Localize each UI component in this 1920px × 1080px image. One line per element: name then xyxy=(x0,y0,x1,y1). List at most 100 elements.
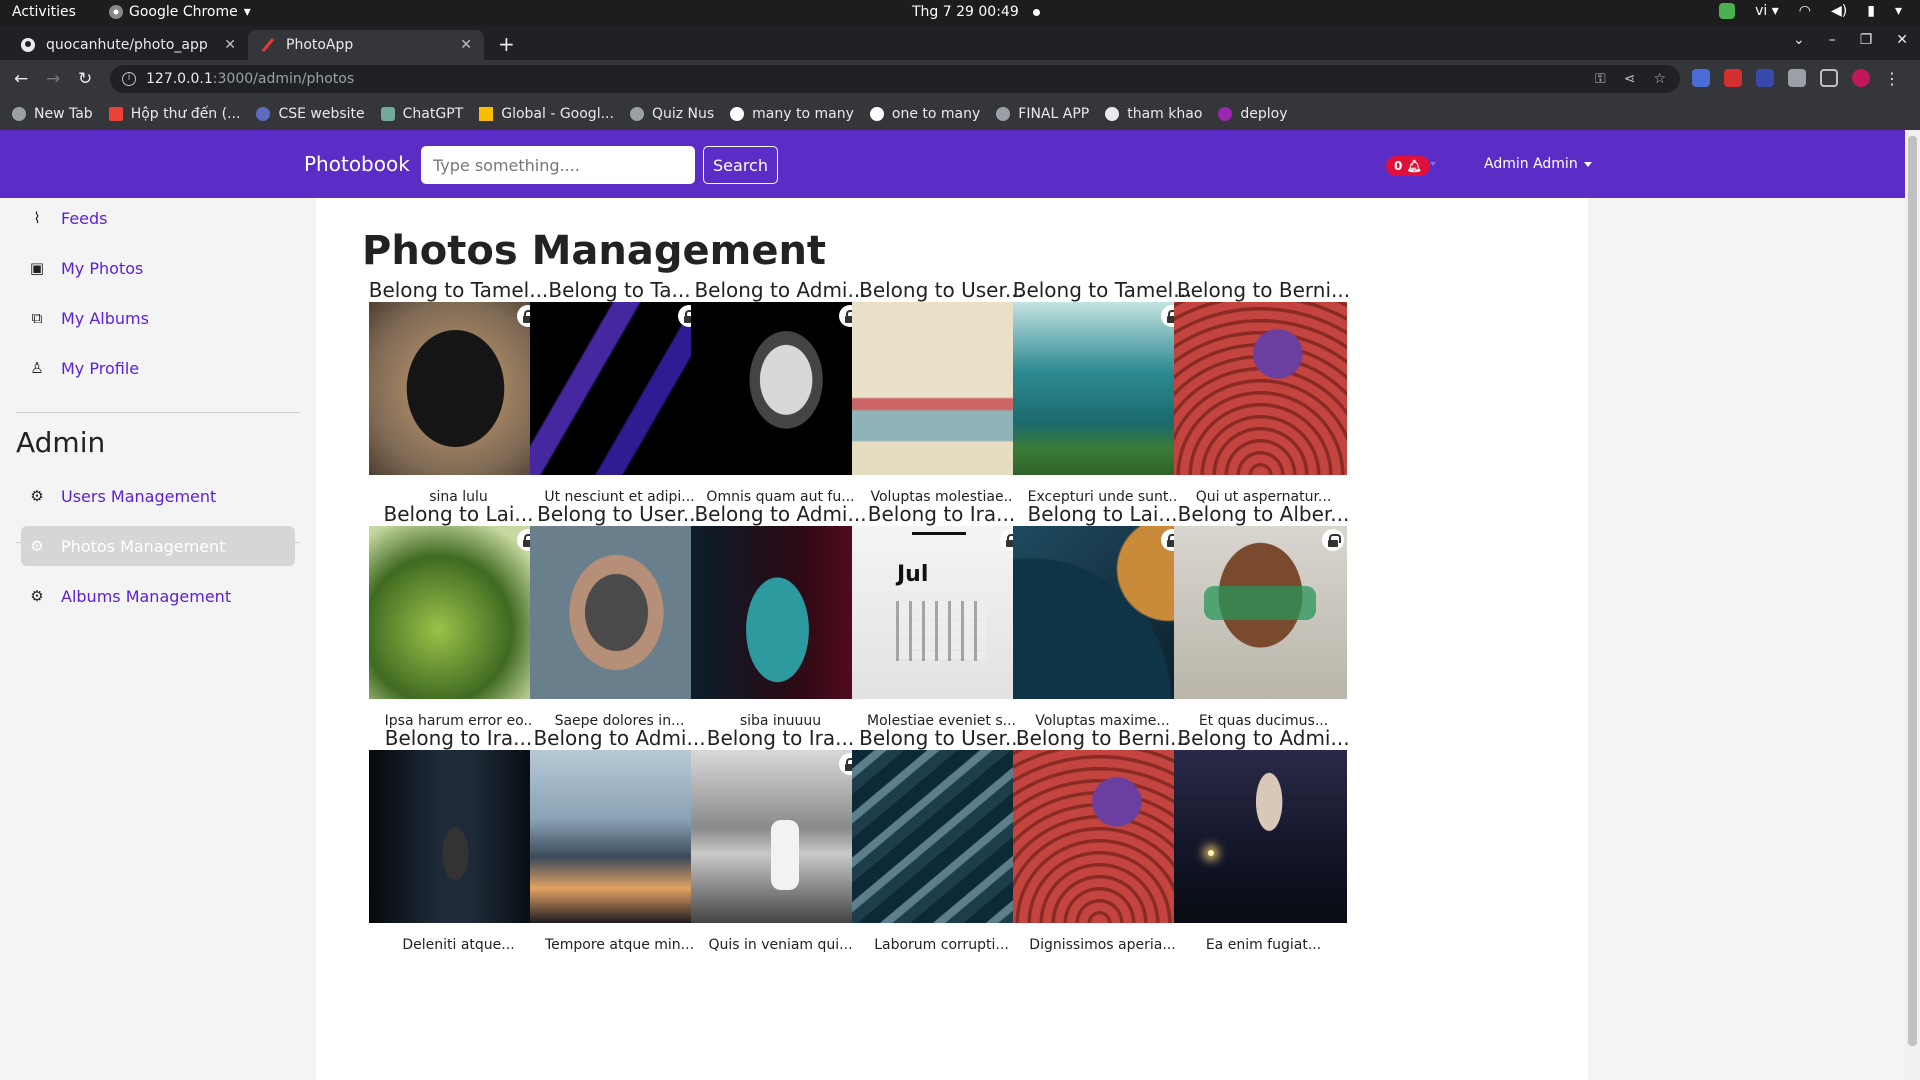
photo-thumbnail[interactable] xyxy=(369,750,542,923)
photo-thumbnail[interactable] xyxy=(691,302,864,475)
sidebar-item-label: Users Management xyxy=(61,486,217,506)
photo-thumbnail[interactable] xyxy=(691,526,864,699)
search-input[interactable] xyxy=(421,146,695,184)
translate-extension-icon[interactable] xyxy=(1692,69,1710,87)
sidebar-item-label: My Profile xyxy=(61,358,140,378)
bookmark-item[interactable]: New Tab xyxy=(12,106,93,122)
bookmark-item[interactable]: deploy xyxy=(1218,106,1288,122)
photo-thumbnail[interactable]: Jul xyxy=(852,526,1025,699)
photo-owner: Belong to Admi... xyxy=(1177,726,1350,750)
photo-thumbnail[interactable] xyxy=(530,526,703,699)
back-arrow-icon[interactable]: ← xyxy=(14,69,28,89)
bookmark-item[interactable]: ChatGPT xyxy=(380,106,464,122)
bookmark-item[interactable]: CSE website xyxy=(256,106,365,122)
bookmark-item[interactable]: many to many xyxy=(730,106,854,122)
minimize-icon[interactable]: – xyxy=(1829,32,1836,48)
new-tab-plus-icon[interactable]: + xyxy=(498,32,515,56)
forward-arrow-icon[interactable]: → xyxy=(46,69,60,89)
share-icon[interactable]: ⋖ xyxy=(1624,71,1636,87)
system-tray[interactable]: vi ▾ ◠ ◀) ▮ ▾ xyxy=(1719,3,1902,19)
app-menu-label: Google Chrome xyxy=(129,4,238,20)
image-icon: ▣ xyxy=(29,259,45,277)
calendar-days xyxy=(896,601,986,661)
bookmarks-bar: New Tab Hộp thư đến (... CSE website Cha… xyxy=(0,98,1920,130)
notification-caret-icon[interactable] xyxy=(1430,162,1436,166)
puzzle-extensions-icon[interactable] xyxy=(1788,69,1806,87)
bookmark-label: deploy xyxy=(1240,106,1288,122)
photo-thumbnail[interactable] xyxy=(530,302,703,475)
search-button[interactable]: Search xyxy=(703,146,778,184)
notification-badge[interactable]: 0 🔔︎ xyxy=(1386,156,1430,176)
sidebar-item-feeds[interactable]: ⌇ Feeds xyxy=(21,198,107,238)
bookmark-item[interactable]: Quiz Nus xyxy=(629,106,714,122)
sidebar-item-users-management[interactable]: ⚙ Users Management xyxy=(21,476,216,516)
rss-icon: ⌇ xyxy=(33,209,41,227)
bookmark-item[interactable]: one to many xyxy=(869,106,980,122)
tab-close-icon[interactable]: ✕ xyxy=(224,37,236,53)
photo-thumbnail[interactable] xyxy=(1174,526,1347,699)
close-window-icon[interactable]: ✕ xyxy=(1896,32,1908,48)
page-scrollbar[interactable] xyxy=(1905,130,1920,1080)
sidebar-item-photos-management[interactable]: ⚙ Photos Management xyxy=(21,526,295,566)
photo-thumbnail[interactable] xyxy=(852,750,1025,923)
photo-thumbnail[interactable] xyxy=(691,750,864,923)
system-clock[interactable]: Thg 7 29 00:49 xyxy=(912,4,1040,20)
bookmark-label: ChatGPT xyxy=(402,106,464,122)
reload-icon[interactable]: ↻ xyxy=(78,69,92,89)
address-bar[interactable]: i 127.0.0.1:3000/admin/photos ⚿ ⋖ ☆ xyxy=(110,65,1680,93)
photo-thumbnail[interactable] xyxy=(369,526,542,699)
bell-icon: 🔔︎ xyxy=(1406,159,1422,173)
language-label: vi xyxy=(1755,3,1768,19)
caret-down-icon: ▾ xyxy=(243,4,251,20)
tab-close-icon[interactable]: ✕ xyxy=(460,37,472,53)
red-extension-icon[interactable] xyxy=(1724,69,1742,87)
activities-button[interactable]: Activities xyxy=(12,4,76,20)
bookmark-item[interactable]: Global - Googl... xyxy=(479,106,614,122)
profile-avatar-icon[interactable] xyxy=(1852,69,1870,87)
photo-thumbnail[interactable] xyxy=(1013,526,1186,699)
globe-icon xyxy=(996,107,1011,121)
bookmark-item[interactable]: tham khao xyxy=(1105,106,1202,122)
photo-card[interactable]: Belong to Admi... Ea enim fugiat... xyxy=(1165,726,1362,1000)
chatgpt-icon xyxy=(380,107,395,121)
github-icon xyxy=(21,38,35,52)
sidebar-item-my-profile[interactable]: ♙ My Profile xyxy=(21,348,139,388)
sidebar-item-albums-management[interactable]: ⚙ Albums Management xyxy=(21,576,231,616)
input-language[interactable]: vi ▾ xyxy=(1755,3,1779,19)
window-controls: ⌄ – ❐ ✕ xyxy=(1793,32,1908,48)
google-drive-icon xyxy=(479,107,494,121)
kebab-menu-icon[interactable]: ⋮ xyxy=(1884,69,1900,88)
bookmark-item[interactable]: FINAL APP xyxy=(996,106,1089,122)
user-dropdown[interactable]: Admin Admin xyxy=(1484,156,1592,172)
sidebar-item-my-photos[interactable]: ▣ My Photos xyxy=(21,248,143,288)
bookmark-item[interactable]: Hộp thư đến (... xyxy=(108,106,240,122)
zip-extension-icon[interactable] xyxy=(1756,69,1774,87)
bookmark-label: FINAL APP xyxy=(1018,106,1090,122)
app-menu[interactable]: Google Chrome ▾ xyxy=(109,4,251,20)
bookmark-label: tham khao xyxy=(1127,106,1203,122)
photo-thumbnail[interactable] xyxy=(1174,750,1347,923)
side-panel-icon[interactable] xyxy=(1820,69,1838,87)
key-icon[interactable]: ⚿ xyxy=(1595,71,1606,87)
site-info-icon[interactable]: i xyxy=(122,72,136,86)
photo-thumbnail[interactable] xyxy=(852,302,1025,475)
brand-link[interactable]: Photobook xyxy=(304,152,410,176)
maximize-icon[interactable]: ❐ xyxy=(1860,32,1873,48)
tab-github[interactable]: quocanhute/photo_app ✕ xyxy=(8,30,248,60)
star-bookmark-icon[interactable]: ☆ xyxy=(1653,71,1666,87)
tab-title: quocanhute/photo_app xyxy=(46,37,208,53)
notification-dot-icon xyxy=(1032,8,1040,16)
tab-search-chevron-icon[interactable]: ⌄ xyxy=(1793,32,1805,48)
scrollbar-thumb[interactable] xyxy=(1908,136,1917,1046)
tab-photoapp[interactable]: PhotoApp ✕ xyxy=(248,30,484,60)
photo-thumbnail[interactable] xyxy=(369,302,542,475)
images-icon: ⧉ xyxy=(31,309,43,327)
sidebar-item-label: Photos Management xyxy=(61,536,226,556)
sidebar-item-label: Albums Management xyxy=(61,586,232,606)
photo-thumbnail[interactable] xyxy=(1174,302,1347,475)
page-background xyxy=(1588,198,1905,1080)
photo-thumbnail[interactable] xyxy=(1013,302,1186,475)
photo-thumbnail[interactable] xyxy=(1013,750,1186,923)
photo-thumbnail[interactable] xyxy=(530,750,703,923)
sidebar-item-my-albums[interactable]: ⧉ My Albums xyxy=(21,298,149,338)
